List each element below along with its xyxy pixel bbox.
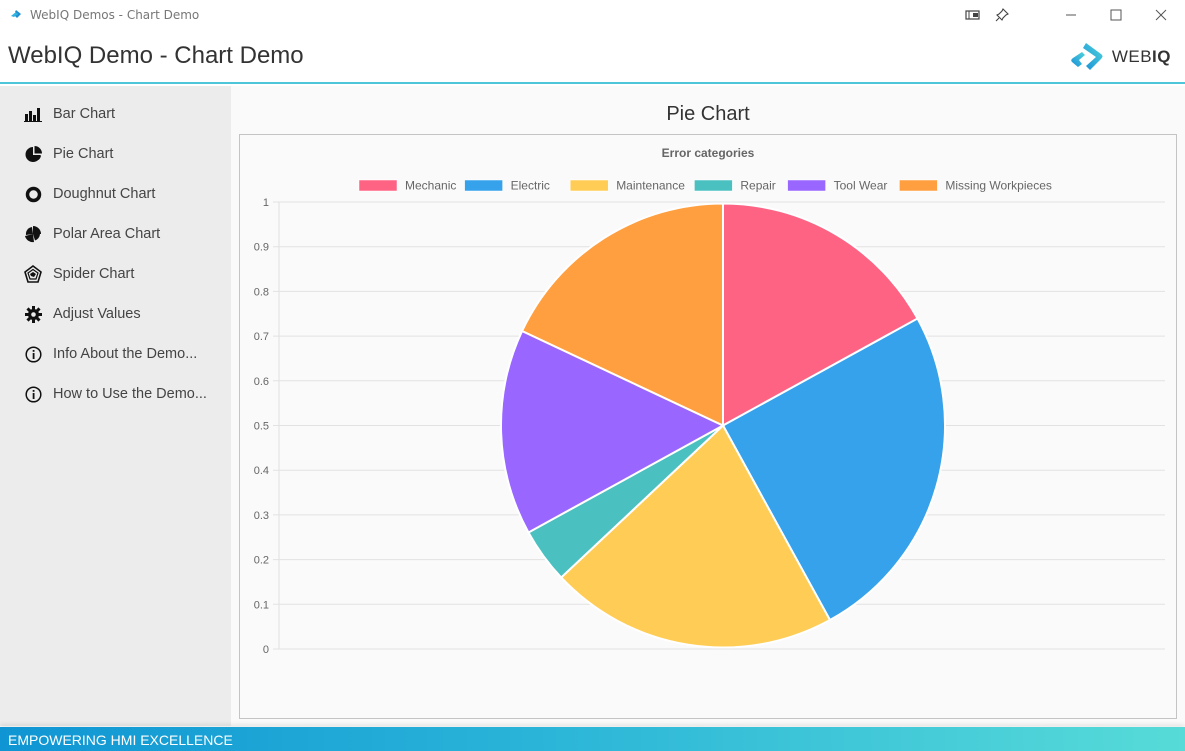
pin-button[interactable] xyxy=(980,0,1024,30)
legend-item[interactable]: Maintenance xyxy=(569,179,685,193)
gear-icon xyxy=(24,305,42,323)
legend-swatch xyxy=(358,179,398,192)
maximize-icon xyxy=(1110,9,1122,21)
minimize-button[interactable] xyxy=(1049,0,1093,30)
sidebar-item-label: Info About the Demo... xyxy=(53,346,198,362)
legend-swatch xyxy=(569,179,609,192)
polar-area-chart-icon xyxy=(24,225,42,243)
legend-item[interactable]: Repair xyxy=(694,179,776,193)
sidebar-item-label: Bar Chart xyxy=(53,106,116,122)
y-tick-label: 1 xyxy=(263,197,269,209)
webiq-app-icon xyxy=(11,10,21,18)
close-button[interactable] xyxy=(1139,0,1183,30)
spider-chart-icon xyxy=(24,265,42,283)
legend-label: Tool Wear xyxy=(834,179,888,193)
main-content: Pie Chart Error categories Mechanic Elect… xyxy=(231,86,1185,726)
y-tick-label: 0.1 xyxy=(254,599,269,611)
legend-item[interactable]: Mechanic xyxy=(358,179,456,193)
y-tick-label: 0.2 xyxy=(254,555,269,567)
bar-chart-icon xyxy=(24,105,42,123)
sidebar-item-how-to-use-demo[interactable]: How to Use the Demo... xyxy=(0,374,231,414)
legend-swatch xyxy=(787,179,826,192)
doughnut-chart-icon xyxy=(24,185,42,203)
close-icon xyxy=(1155,9,1167,21)
legend-swatch xyxy=(464,179,503,192)
window-title: WebIQ Demos - Chart Demo xyxy=(30,8,200,22)
sidebar: Bar Chart Pie Chart Doughnut Chart Polar… xyxy=(0,86,231,726)
pie-chart-icon xyxy=(24,145,42,163)
sidebar-item-doughnut-chart[interactable]: Doughnut Chart xyxy=(0,174,231,214)
chart-title: Error categories xyxy=(662,146,755,160)
pie-slices xyxy=(500,202,946,649)
maximize-button[interactable] xyxy=(1094,0,1138,30)
y-tick-label: 0.9 xyxy=(254,242,269,254)
footer-slogan: EMPOWERING HMI EXCELLENCE xyxy=(8,732,233,748)
cast-icon xyxy=(965,10,980,20)
legend-item[interactable]: Electric xyxy=(464,179,550,193)
pin-icon xyxy=(995,8,1009,22)
sidebar-item-label: Doughnut Chart xyxy=(53,186,156,202)
sidebar-item-label: How to Use the Demo... xyxy=(53,386,207,402)
sidebar-item-pie-chart[interactable]: Pie Chart xyxy=(0,134,231,174)
sidebar-item-bar-chart[interactable]: Bar Chart xyxy=(0,94,231,134)
pie-chart: Error categories Mechanic Electric Mainten… xyxy=(254,146,1165,656)
chart-container: Error categories Mechanic Electric Mainten… xyxy=(239,134,1177,719)
minimize-icon xyxy=(1066,14,1076,16)
y-tick-label: 0.7 xyxy=(254,331,269,343)
y-tick-label: 0.8 xyxy=(254,286,269,298)
legend-label: Missing Workpieces xyxy=(945,179,1051,193)
sidebar-item-label: Polar Area Chart xyxy=(53,226,161,242)
page-title: WebIQ Demo - Chart Demo xyxy=(8,42,304,69)
legend-label: Electric xyxy=(511,179,550,193)
window-titlebar: WebIQ Demos - Chart Demo xyxy=(0,0,1185,30)
info-icon xyxy=(24,345,42,363)
sidebar-item-label: Pie Chart xyxy=(53,146,114,162)
webiq-logo-icon xyxy=(1071,43,1103,70)
sidebar-item-info-about-demo[interactable]: Info About the Demo... xyxy=(0,334,231,374)
app-header: WebIQ Demo - Chart Demo WEBIQ xyxy=(0,30,1185,84)
sidebar-item-label: Adjust Values xyxy=(53,306,141,322)
legend-label: Repair xyxy=(740,179,775,193)
info-icon xyxy=(24,385,42,403)
y-tick-label: 0.3 xyxy=(254,510,269,522)
sidebar-item-adjust-values[interactable]: Adjust Values xyxy=(0,294,231,334)
legend-item[interactable]: Missing Workpieces xyxy=(899,179,1052,193)
legend-swatch xyxy=(694,179,733,192)
sidebar-item-label: Spider Chart xyxy=(53,266,135,282)
y-tick-label: 0 xyxy=(263,644,269,656)
footer-bar: EMPOWERING HMI EXCELLENCE xyxy=(0,727,1185,751)
sidebar-item-spider-chart[interactable]: Spider Chart xyxy=(0,254,231,294)
legend-item[interactable]: Tool Wear xyxy=(787,179,888,193)
chart-legend: Mechanic Electric Maintenance Repair Tool We… xyxy=(358,179,1052,193)
section-title: Pie Chart xyxy=(666,103,750,125)
legend-label: Maintenance xyxy=(616,179,685,193)
legend-swatch xyxy=(899,179,938,192)
legend-label: Mechanic xyxy=(405,179,456,193)
logo-text: WEBIQ xyxy=(1111,47,1171,66)
y-tick-label: 0.6 xyxy=(254,376,269,388)
y-tick-label: 0.4 xyxy=(254,465,269,477)
y-tick-label: 0.5 xyxy=(254,421,269,433)
sidebar-item-polar-area-chart[interactable]: Polar Area Chart xyxy=(0,214,231,254)
webiq-logo: WEBIQ xyxy=(1070,40,1171,74)
